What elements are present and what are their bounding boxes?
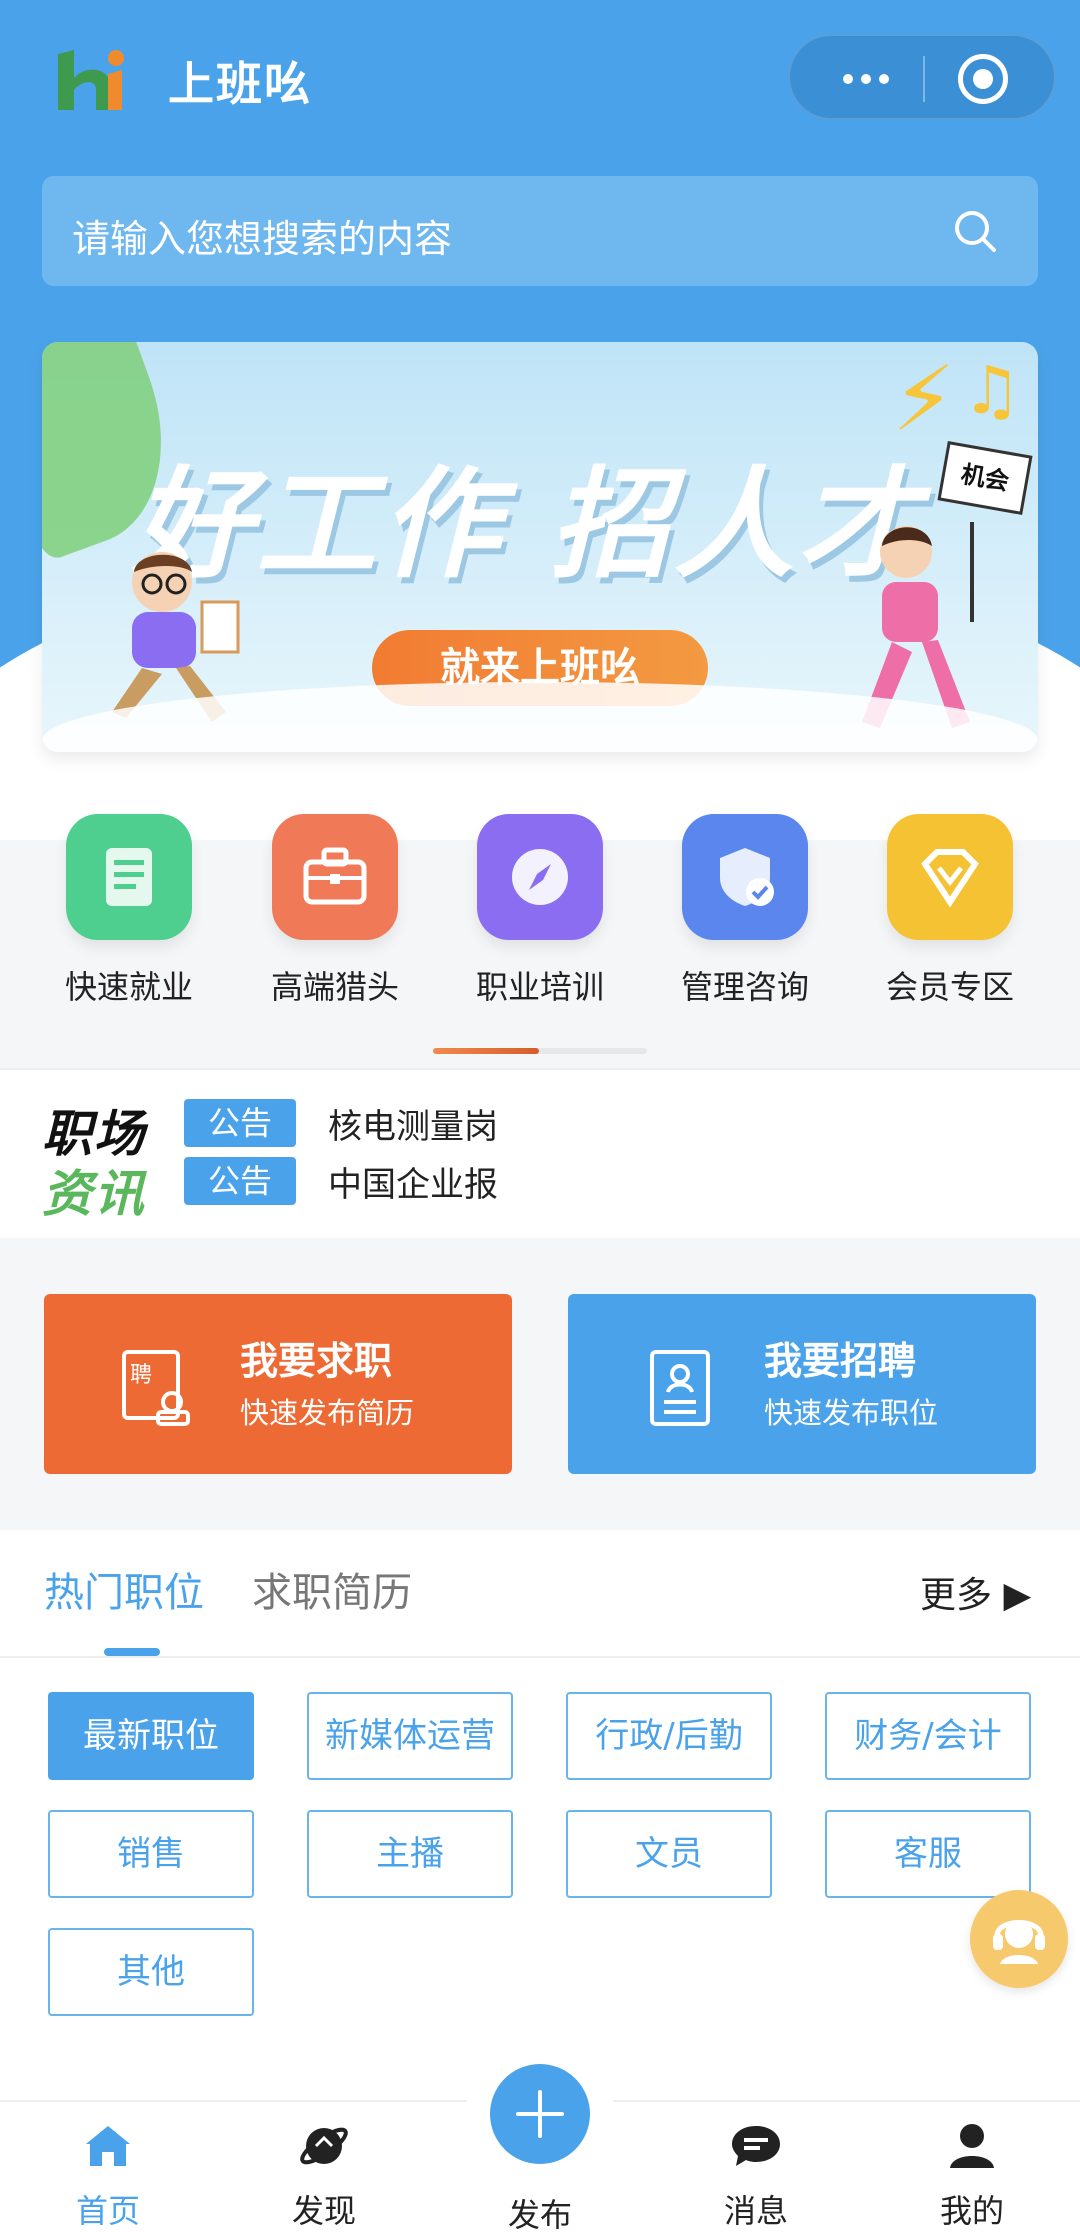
miniprogram-capsule <box>788 34 1056 120</box>
headset-icon <box>993 1920 1045 1964</box>
app-header: 上班吆 <box>0 0 1080 150</box>
id-card-icon <box>650 1350 710 1426</box>
document-icon <box>66 814 192 940</box>
category-new-media[interactable]: 新媒体运营 <box>307 1692 513 1780</box>
news-item[interactable]: 公告 中国企业报 <box>184 1156 498 1206</box>
cta-title: 我要招聘 <box>764 1339 917 1383</box>
tab-label: 发现 <box>291 2192 356 2230</box>
seek-job-button[interactable]: 聘 我要求职 快速发布简历 <box>44 1294 512 1474</box>
cta-subtitle: 快速发布职位 <box>764 1396 939 1430</box>
tab-home[interactable]: 首页 <box>38 2122 178 2232</box>
quick-link-fast-employment[interactable]: 快速就业 <box>34 800 224 1006</box>
category-customer-service[interactable]: 客服 <box>825 1810 1031 1898</box>
announcement-tag: 公告 <box>184 1099 296 1147</box>
search-bar[interactable]: 请输入您想搜索的内容 <box>42 176 1038 286</box>
category-clerk[interactable]: 文员 <box>566 1810 772 1898</box>
quick-link-label: 管理咨询 <box>680 968 809 1006</box>
tab-discover[interactable]: 发现 <box>254 2122 394 2232</box>
cta-section: 聘 我要求职 快速发布简历 我要招聘 快速发布职位 <box>0 1238 1080 1528</box>
svg-text:聘: 聘 <box>130 1363 152 1388</box>
category-admin[interactable]: 行政/后勤 <box>566 1692 772 1780</box>
publish-plus-icon[interactable] <box>490 2064 590 2164</box>
cta-title: 我要求职 <box>240 1339 393 1383</box>
quick-link-headhunter[interactable]: 高端猎头 <box>240 800 430 1006</box>
close-miniprogram-icon[interactable] <box>958 54 1008 104</box>
news-title: 中国企业报 <box>328 1164 498 1205</box>
more-link[interactable]: 更多 ▶ <box>920 1566 1031 1618</box>
more-options-icon[interactable] <box>826 56 906 102</box>
resume-icon: 聘 <box>122 1350 190 1426</box>
carousel-indicator <box>433 1048 647 1054</box>
workplace-news: 职场 资讯 公告 核电测量岗 公告 中国企业报 <box>0 1068 1080 1238</box>
app-logo <box>50 44 130 116</box>
cta-subtitle: 快速发布简历 <box>240 1396 415 1430</box>
search-icon[interactable] <box>950 206 1000 256</box>
category-other[interactable]: 其他 <box>48 1928 254 2016</box>
quick-link-label: 快速就业 <box>64 968 193 1006</box>
tab-hot-positions[interactable]: 热门职位 <box>44 1560 204 1618</box>
section-divider <box>0 1656 1080 1658</box>
quick-link-consulting[interactable]: 管理咨询 <box>650 800 840 1006</box>
shield-check-icon <box>682 814 808 940</box>
news-title: 核电测量岗 <box>328 1106 498 1147</box>
quick-link-membership[interactable]: 会员专区 <box>855 800 1045 1006</box>
user-icon <box>950 2124 994 2168</box>
planet-icon <box>300 2127 348 2165</box>
tab-label: 消息 <box>723 2192 788 2230</box>
quick-links: 快速就业 高端猎头 职业培训 管理咨询 会员专区 <box>0 800 1080 1070</box>
tab-resumes[interactable]: 求职简历 <box>252 1560 412 1618</box>
diamond-icon <box>887 814 1013 940</box>
tab-label: 我的 <box>939 2192 1004 2230</box>
category-finance[interactable]: 财务/会计 <box>825 1692 1031 1780</box>
home-icon <box>86 2126 130 2166</box>
capsule-divider <box>923 56 925 102</box>
category-latest[interactable]: 最新职位 <box>48 1692 254 1780</box>
quick-link-training[interactable]: 职业培训 <box>445 800 635 1006</box>
promo-banner[interactable]: ⚡ ♫ 好工作 招人才 就来上班吆 机会 <box>42 342 1038 752</box>
tab-mine[interactable]: 我的 <box>902 2122 1042 2232</box>
jobs-section: 热门职位 求职简历 更多 ▶ 最新职位 新媒体运营 行政/后勤 财务/会计 销售… <box>0 1530 1080 2100</box>
music-note-icon: ♫ <box>962 352 1022 429</box>
category-sales[interactable]: 销售 <box>48 1810 254 1898</box>
tab-messages[interactable]: 消息 <box>686 2122 826 2232</box>
news-logo-line2: 资讯 <box>42 1165 146 1223</box>
category-streamer[interactable]: 主播 <box>307 1810 513 1898</box>
tab-label: 首页 <box>75 2192 140 2230</box>
quick-link-label: 职业培训 <box>475 968 604 1006</box>
quick-link-label: 高端猎头 <box>270 968 399 1006</box>
compass-icon <box>477 814 603 940</box>
customer-service-button[interactable] <box>970 1890 1068 1988</box>
message-icon <box>732 2126 780 2166</box>
search-placeholder: 请输入您想搜索的内容 <box>72 217 453 261</box>
quick-link-label: 会员专区 <box>885 968 1014 1006</box>
app-title: 上班吆 <box>168 57 312 111</box>
announcement-tag: 公告 <box>184 1157 296 1205</box>
news-item[interactable]: 公告 核电测量岗 <box>184 1098 498 1148</box>
post-job-button[interactable]: 我要招聘 快速发布职位 <box>568 1294 1036 1474</box>
publish-label[interactable]: 发布 <box>490 2190 590 2236</box>
active-tab-indicator <box>104 1648 160 1656</box>
briefcase-icon <box>272 814 398 940</box>
